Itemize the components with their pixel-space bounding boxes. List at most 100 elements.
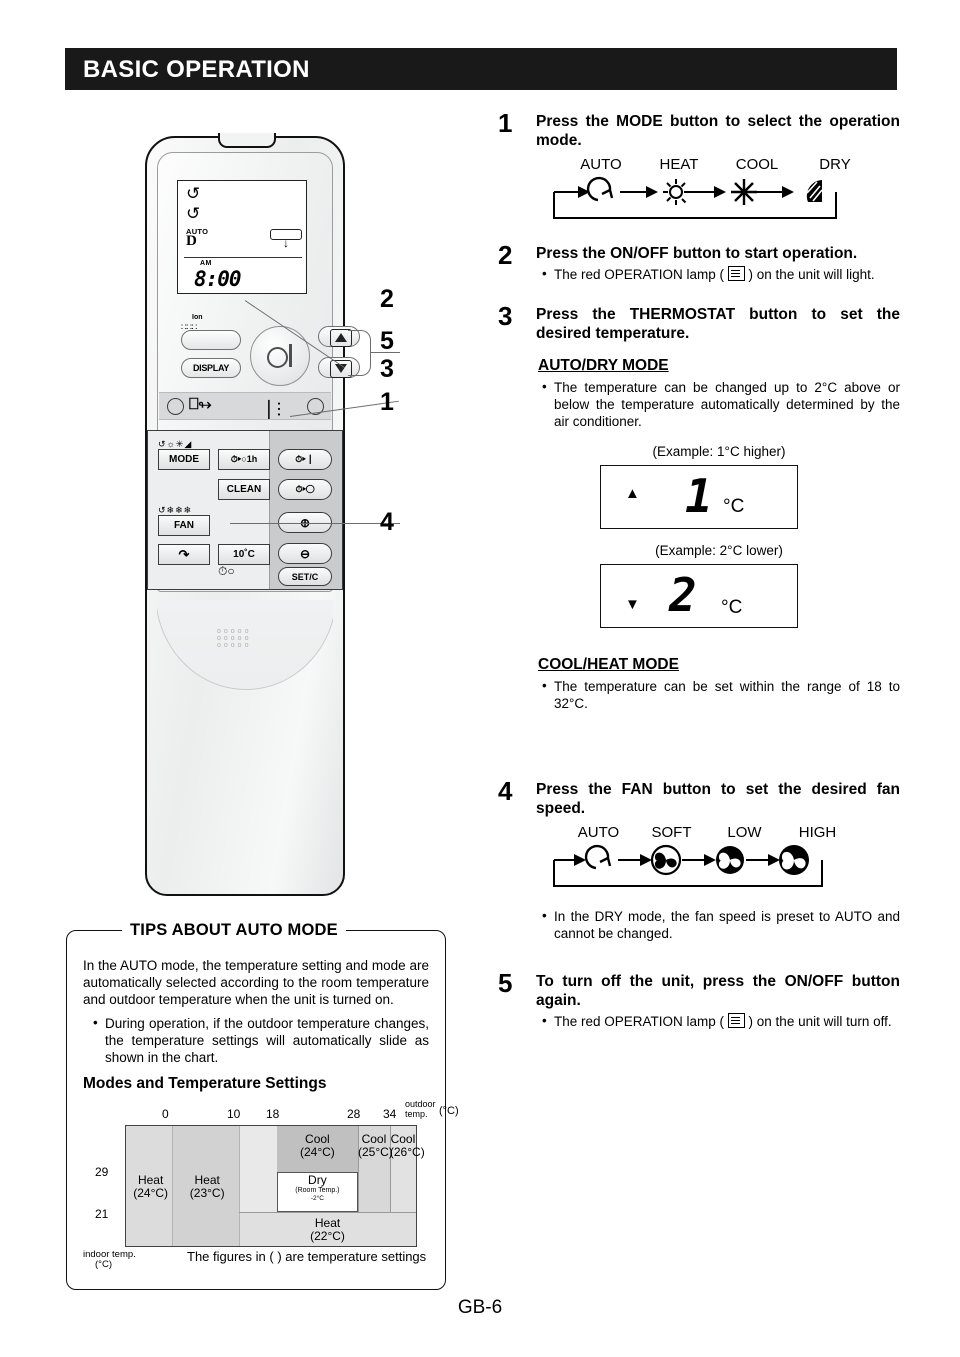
- temp-down-button[interactable]: ⊖: [278, 543, 332, 564]
- chart-dry-offset: -2°C: [310, 1194, 324, 1202]
- tips-box-title: TIPS ABOUT AUTO MODE: [122, 921, 346, 940]
- fan-label-auto: AUTO: [577, 824, 620, 841]
- step-2-bullet-pre: The red OPERATION lamp (: [554, 267, 728, 282]
- fan-button[interactable]: FAN: [158, 515, 210, 536]
- fan-label-low: LOW: [727, 824, 762, 841]
- chart-divider-horizontal: [239, 1212, 416, 1214]
- strip-circle-left-icon: [167, 398, 184, 415]
- ten-degree-label: 10˚C: [233, 549, 255, 560]
- mode-flow-diagram: AUTO HEAT COOL DRY: [536, 156, 900, 226]
- display-button[interactable]: DISPLAY: [181, 358, 241, 378]
- lcd-example-higher: ▲ 1 °C: [600, 465, 798, 529]
- ten-degree-button[interactable]: 10˚C: [218, 544, 270, 565]
- chart-heading: Modes and Temperature Settings: [83, 1075, 327, 1092]
- set-c-button[interactable]: SET/C: [278, 567, 332, 586]
- step-1-heading: Press the MODE button to select the oper…: [536, 113, 900, 149]
- chart-xtick-0: 0: [162, 1107, 169, 1121]
- step-4-bullet: In the DRY mode, the fan speed is preset…: [542, 907, 900, 942]
- lcd-mode-symbol: D: [186, 233, 197, 249]
- fan-label-soft: SOFT: [651, 824, 692, 841]
- callout-number-4: 4: [380, 508, 394, 536]
- mode-label-cool: COOL: [735, 156, 779, 173]
- mode-button-label: MODE: [169, 454, 199, 465]
- chart-note: The figures in ( ) are temperature setti…: [187, 1249, 427, 1264]
- chart-label-cool-24: Cool (24°C): [299, 1132, 335, 1160]
- tips-box: TIPS ABOUT AUTO MODE In the AUTO mode, t…: [66, 921, 459, 1290]
- timer-indicator-icon: ⏱○: [218, 564, 235, 578]
- step-5-heading: To turn off the unit, press the ON/OFF b…: [536, 973, 900, 1009]
- mode-label-auto: AUTO: [580, 156, 622, 173]
- callout-number-2: 2: [380, 285, 394, 313]
- step-5-bullet-pre: The red OPERATION lamp (: [554, 1014, 728, 1029]
- step-1-number: 1: [498, 108, 513, 138]
- step-2: 2 Press the ON/OFF button to start opera…: [498, 240, 900, 283]
- example-high-label: (Example: 1°C higher): [652, 444, 786, 459]
- instructions-column: 1 Press the MODE button to select the op…: [498, 108, 900, 1030]
- remote-lcd-display: ↺ ↺ AUTO D ↓ AM 8:00: [177, 180, 307, 294]
- callout-line-4: [230, 523, 400, 525]
- timer-on-icon: ⏱▸┃: [295, 454, 315, 464]
- remote-control-illustration: ↺ ↺ AUTO D ↓ AM 8:00 Ion ∷∷∷ DISPLAY ⎕↬ …: [135, 130, 425, 910]
- chart-xlabel-line1: outdoor: [405, 1099, 436, 1109]
- chart-xtick-28: 28: [347, 1107, 361, 1121]
- clean-button-label: CLEAN: [226, 484, 262, 495]
- remote-top-notch: [218, 133, 276, 148]
- example-low-label: (Example: 2°C lower): [655, 543, 783, 558]
- mode-label-heat: HEAT: [659, 156, 699, 173]
- swing-louver-icon: ⎕↬: [189, 396, 212, 413]
- chart-label-heat-23: Heat (23°C): [189, 1173, 225, 1200]
- operation-lamp-icon: [727, 1013, 745, 1028]
- set-c-label: SET/C: [291, 571, 319, 582]
- step-3-heading: Press the THERMOSTAT button to set the d…: [536, 306, 900, 342]
- on-off-button[interactable]: [250, 326, 310, 386]
- chart-label-cool-26: Cool (26°C): [389, 1132, 425, 1160]
- chart-ylabel-line2: (°C): [95, 1259, 112, 1270]
- remote-dot-grid-icon: ooooo ooooo ooooo: [217, 628, 252, 649]
- mode-button[interactable]: MODE: [158, 449, 210, 470]
- step-2-number: 2: [498, 240, 513, 270]
- step-4: 4 Press the FAN button to set the desire…: [498, 776, 900, 942]
- swing-icon: ↺: [186, 184, 201, 203]
- timer-off-button[interactable]: ⏱▸◯: [278, 479, 332, 500]
- lcd-example-lower: ▼ 2 °C: [600, 564, 798, 628]
- step-2-heading: Press the ON/OFF button to start operati…: [536, 245, 858, 262]
- chart-ytick-21: 21: [95, 1207, 109, 1221]
- tips-bullet: During operation, if the outdoor tempera…: [93, 1014, 429, 1066]
- fan-flow-diagram: AUTO SOFT LOW HIGH: [536, 824, 900, 894]
- callout-brace-5-3: [348, 330, 371, 376]
- fan-soft-icon: [650, 844, 682, 876]
- lcd-example-low-value: 2: [669, 568, 697, 622]
- minus-icon: ⊖: [299, 546, 311, 561]
- chart-xlabel-unit: (°C): [439, 1105, 459, 1117]
- clean-button[interactable]: CLEAN: [218, 479, 270, 500]
- auto-dry-mode-body: The temperature can be changed up to 2°C…: [542, 378, 900, 430]
- operation-lamp-icon: [727, 266, 745, 281]
- step-5-number: 5: [498, 968, 513, 998]
- lcd-example-high-unit: °C: [723, 496, 745, 517]
- mode-flow-labels: AUTO HEAT COOL DRY: [562, 156, 900, 173]
- timer-off-icon: ⏱▸◯: [295, 484, 315, 494]
- remote-louver-strip: ⎕↬ ⎟︙: [159, 392, 331, 420]
- swing-button[interactable]: ↷: [158, 544, 210, 565]
- chart-ytick-29: 29: [95, 1165, 109, 1179]
- step-5: 5 To turn off the unit, press the ON/OFF…: [498, 968, 900, 1030]
- chart-label-cool-25: Cool (25°C): [358, 1132, 393, 1160]
- chart-xtick-34: 34: [383, 1107, 397, 1121]
- timer-on-button[interactable]: ⏱▸┃: [278, 449, 332, 470]
- chart-plot-area: Heat (24°C) Heat (23°C) Cool (24°C) Cool (25…: [125, 1125, 425, 1247]
- ion-button[interactable]: [181, 330, 241, 350]
- page-number: GB-6: [457, 1297, 503, 1318]
- step-3: 3 Press the THERMOSTAT button to set the…: [498, 301, 900, 343]
- fan-button-label: FAN: [174, 520, 194, 531]
- modes-temperature-chart: 0 10 18 28 34 outdoor temp. (°C) 29 21 H…: [83, 1097, 459, 1271]
- timer-1h-button[interactable]: ⏱▸○1h: [218, 449, 270, 470]
- cool-heat-mode-title: COOL/HEAT MODE: [538, 656, 679, 673]
- step-2-bullet-post: ) on the unit will light.: [744, 267, 875, 282]
- auto-dry-mode-title: AUTO/DRY MODE: [538, 357, 669, 374]
- chart-label-heat-24: Heat (24°C): [133, 1173, 169, 1200]
- down-arrow-icon: ▼: [625, 596, 640, 613]
- fan-label-high: HIGH: [798, 824, 837, 841]
- swing-icon: ↺: [186, 204, 201, 223]
- fan-flow-svg: [553, 844, 823, 887]
- lcd-down-arrow-icon: ↓: [283, 236, 289, 250]
